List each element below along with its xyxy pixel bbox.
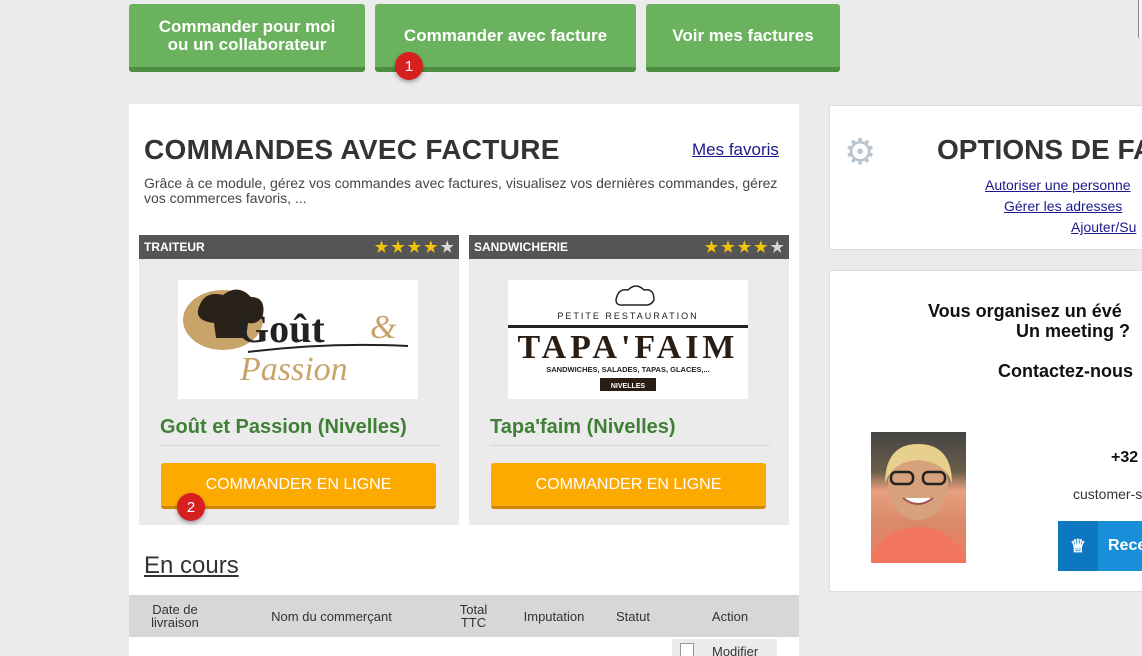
logo-text: SANDWICHES, SALADES, TAPAS, GLACES,...	[546, 365, 709, 374]
contact-button-label: Rece	[1108, 537, 1142, 554]
favorites-link[interactable]: Mes favoris	[692, 140, 779, 160]
card-header: SANDWICHERIE ★ ★ ★ ★ ★	[469, 235, 789, 259]
merchant-card: SANDWICHERIE ★ ★ ★ ★ ★ PETITE RESTAURATI…	[469, 235, 789, 525]
options-title: OPTIONS DE FA	[937, 134, 1142, 165]
gear-icon: ⚙	[844, 131, 877, 172]
logo-text: &	[370, 309, 397, 346]
star-icon: ★	[407, 238, 422, 256]
contact-phone: +32	[1111, 449, 1139, 466]
ongoing-orders-title: En cours	[144, 552, 239, 579]
star-icon: ★	[704, 238, 719, 256]
invoice-options-panel: ⚙ OPTIONS DE FA Autoriser une personne G…	[829, 105, 1142, 250]
star-icon: ★	[737, 238, 752, 256]
merchant-logo[interactable]: Goût & Passion	[178, 280, 418, 399]
document-icon	[680, 643, 694, 656]
merchant-name[interactable]: Goût et Passion (Nivelles)	[160, 416, 407, 439]
star-icon: ★	[440, 238, 454, 256]
orders-panel: COMMANDES AVEC FACTURE Mes favoris Grâce…	[129, 104, 799, 656]
authorize-person-link[interactable]: Autoriser une personne	[985, 177, 1131, 193]
add-remove-link[interactable]: Ajouter/Su	[1071, 219, 1136, 235]
logo-text: NIVELLES	[611, 383, 646, 390]
contact-request-button[interactable]: ♕ Rece	[1058, 521, 1142, 571]
divider	[490, 445, 770, 446]
rating-stars: ★ ★ ★ ★ ★	[705, 240, 784, 255]
modify-label: Modifier	[712, 644, 759, 656]
contact-email[interactable]: customer-s	[1073, 486, 1142, 502]
merchant-name[interactable]: Tapa'faim (Nivelles)	[490, 416, 676, 439]
page-title: COMMANDES AVEC FACTURE	[144, 134, 560, 165]
modify-order-button[interactable]: Modifier	[672, 639, 777, 656]
star-icon: ★	[770, 238, 784, 256]
step-marker-2: 2	[177, 493, 205, 521]
order-for-self-button[interactable]: Commander pour moi ou un collaborateur	[129, 4, 365, 72]
column-header: Action	[711, 608, 749, 624]
rating-stars: ★ ★ ★ ★ ★	[375, 240, 454, 255]
view-invoices-button[interactable]: Voir mes factures	[646, 4, 840, 72]
column-header: Total TTC	[459, 602, 488, 630]
merchant-logo[interactable]: PETITE RESTAURATION TAPA'FAIM SANDWICHES…	[508, 280, 748, 399]
module-description: Grâce à ce module, gérez vos commandes a…	[144, 175, 778, 206]
star-icon: ★	[424, 238, 438, 256]
chef-hat-icon: ♕	[1058, 521, 1098, 571]
divider	[160, 445, 440, 446]
order-online-button[interactable]: COMMANDER EN LIGNE	[491, 463, 766, 509]
merchant-category: TRAITEUR	[144, 240, 205, 254]
star-icon: ★	[391, 238, 405, 256]
merchant-category: SANDWICHERIE	[474, 240, 569, 254]
contact-cta: Contactez-nous	[998, 361, 1133, 381]
star-icon: ★	[754, 238, 768, 256]
column-header: Imputation	[523, 608, 585, 624]
manage-addresses-link[interactable]: Gérer les adresses	[1004, 198, 1122, 214]
logo-text: Goût	[238, 306, 325, 351]
contact-headline: Vous organisez un évé	[928, 301, 1122, 321]
logo-text: Passion	[239, 351, 348, 388]
column-header: Nom du commerçant	[271, 608, 392, 624]
star-icon: ★	[374, 238, 389, 256]
logo-text: PETITE RESTAURATION	[557, 311, 698, 321]
contact-panel: Vous organisez un évé Un meeting ? Conta…	[829, 270, 1142, 592]
contact-subline: Un meeting ?	[1016, 321, 1131, 341]
step-marker-1: 1	[395, 52, 423, 80]
window-edge	[1138, 0, 1142, 38]
column-header: Statut	[616, 608, 650, 624]
merchant-card: TRAITEUR ★ ★ ★ ★ ★ Goût & Passion Goût e…	[139, 235, 459, 525]
logo-text: TAPA'FAIM	[517, 329, 738, 366]
column-header: Date de livraison	[151, 602, 199, 630]
card-header: TRAITEUR ★ ★ ★ ★ ★	[139, 235, 459, 259]
orders-table-header: Date de livraison Nom du commerçant Tota…	[129, 595, 799, 637]
star-icon: ★	[721, 238, 735, 256]
contact-photo	[871, 432, 966, 563]
